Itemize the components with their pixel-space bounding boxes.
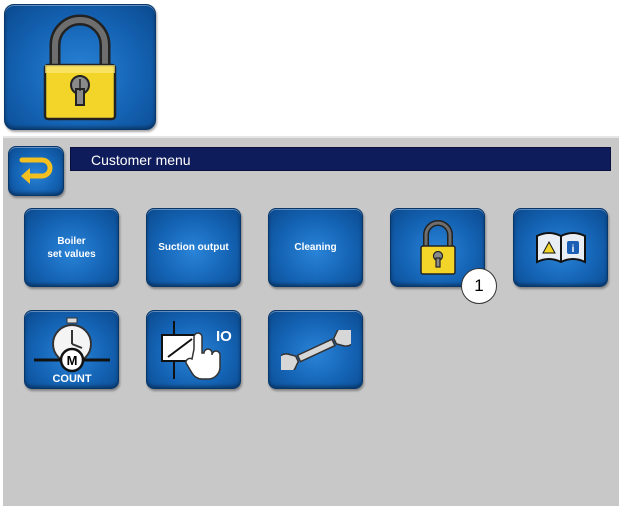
padlock-icon <box>419 219 456 275</box>
panel-border <box>3 136 619 138</box>
boiler-set-values-label: Boiler set values <box>47 235 96 260</box>
warning-manual-icon: i <box>535 231 586 264</box>
io-label: IO <box>216 328 232 345</box>
page-title: Customer menu <box>70 147 611 171</box>
back-button[interactable] <box>8 146 64 196</box>
relay-test-button[interactable]: IO <box>146 310 241 389</box>
svg-text:i: i <box>571 244 574 255</box>
suction-output-button[interactable]: Suction output <box>146 208 241 287</box>
suction-output-label: Suction output <box>158 242 229 253</box>
cleaning-label: Cleaning <box>294 242 337 253</box>
cleaning-button[interactable]: Cleaning <box>268 208 363 287</box>
count-label: COUNT <box>52 373 91 385</box>
motor-label: M <box>66 353 77 368</box>
motor-count-button[interactable]: M COUNT <box>24 310 119 389</box>
relay-hand-icon: IO <box>160 320 232 380</box>
return-arrow-icon <box>19 157 53 184</box>
stopwatch-motor-icon: M COUNT <box>33 317 110 385</box>
padlock-icon <box>43 14 117 121</box>
manual-button[interactable]: i <box>513 208 608 287</box>
padlock-tile-large <box>4 4 156 130</box>
wrench-icon <box>280 329 351 370</box>
callout-marker: 1 <box>461 268 497 304</box>
boiler-set-values-button[interactable]: Boiler set values <box>24 208 119 287</box>
service-button[interactable] <box>268 310 363 389</box>
